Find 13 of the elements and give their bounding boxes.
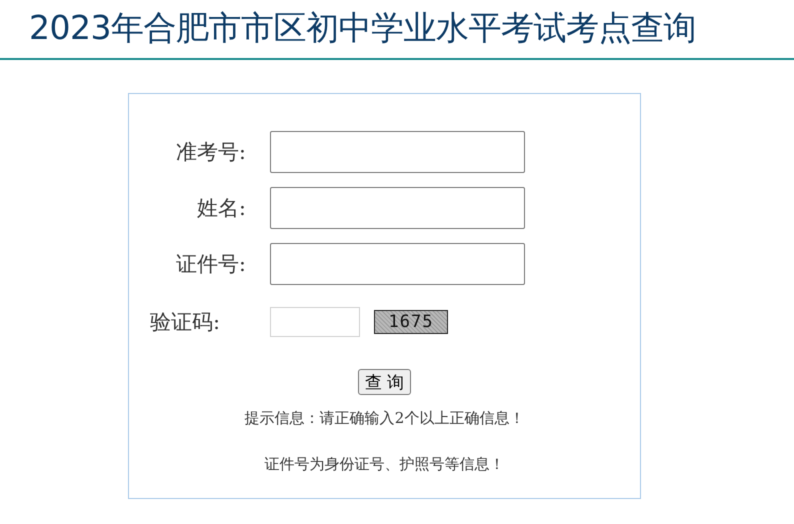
captcha-image: 1675 <box>374 310 448 334</box>
field-label: 证件号: <box>174 251 247 278</box>
page-title: 2023年合肥市市区初中学业水平考试考点查询 <box>29 7 697 49</box>
input-field[interactable] <box>270 243 525 285</box>
search-button[interactable]: 查 询 <box>358 369 412 395</box>
input-field[interactable] <box>270 187 525 229</box>
field-label: 准考号: <box>174 139 247 166</box>
hint-text: 证件号为身份证号、护照号等信息！ <box>264 455 506 474</box>
captcha-field[interactable] <box>270 307 360 337</box>
input-field[interactable] <box>270 131 525 173</box>
hint-text: 提示信息：请正确输入2个以上正确信息！ <box>244 409 526 428</box>
field-label: 姓名: <box>196 195 247 222</box>
field-label: 验证码: <box>149 309 222 336</box>
